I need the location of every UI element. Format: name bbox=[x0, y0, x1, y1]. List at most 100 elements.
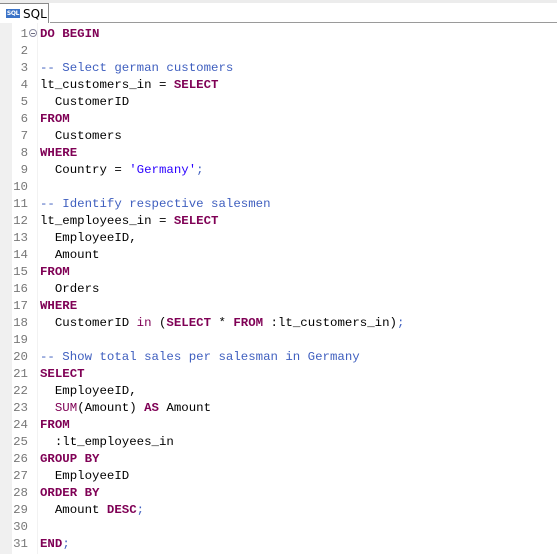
keyword-token: FROM bbox=[40, 418, 70, 432]
keyword-token: END bbox=[40, 537, 63, 551]
identifier-token: Amount bbox=[158, 401, 212, 415]
code-text: CustomerID in (SELECT * FROM :lt_custome… bbox=[40, 315, 405, 332]
keyword-token: FROM bbox=[233, 316, 264, 330]
code-text: SUM(Amount) AS Amount bbox=[40, 400, 211, 417]
keyword-token: FROM bbox=[40, 265, 70, 279]
line-number: 12 bbox=[13, 214, 28, 228]
punctuation-token: ; bbox=[62, 537, 70, 551]
identifier-token: Customers bbox=[40, 129, 122, 143]
line-number: 26 bbox=[13, 452, 28, 466]
code-text: lt_employees_in = SELECT bbox=[40, 213, 218, 230]
line-number: 28 bbox=[13, 486, 28, 500]
collapse-fold-icon[interactable] bbox=[29, 29, 37, 37]
line-number: 30 bbox=[13, 520, 28, 534]
identifier-token: EmployeeID bbox=[40, 469, 130, 483]
line-number: 31 bbox=[13, 537, 28, 551]
code-text: FROM bbox=[40, 264, 70, 281]
identifier-token: Amount bbox=[40, 503, 107, 517]
line-number: 29 bbox=[13, 503, 28, 517]
code-text: Amount DESC; bbox=[40, 502, 144, 519]
identifier-token bbox=[40, 401, 55, 415]
keyword-token: ORDER BY bbox=[40, 486, 100, 500]
code-text: DO BEGIN bbox=[40, 26, 100, 43]
line-number: 6 bbox=[20, 112, 28, 126]
identifier-token: Orders bbox=[40, 282, 100, 296]
line-number: 5 bbox=[20, 95, 28, 109]
identifier-token: (Amount) bbox=[77, 401, 145, 415]
keyword-token: WHERE bbox=[40, 299, 78, 313]
code-text: EmployeeID bbox=[40, 468, 129, 485]
identifier-token: Country = bbox=[40, 163, 130, 177]
identifier-token: :lt_employees_in bbox=[40, 435, 174, 449]
code-text: GROUP BY bbox=[40, 451, 100, 468]
tab-sql[interactable]: SQL SQL bbox=[0, 3, 49, 23]
code-text: Country = 'Germany'; bbox=[40, 162, 204, 179]
code-text: -- Show total sales per salesman in Germ… bbox=[40, 349, 360, 366]
line-number: 15 bbox=[13, 265, 28, 279]
code-text: FROM bbox=[40, 417, 70, 434]
code-text: Amount bbox=[40, 247, 100, 264]
keyword-token: SUM bbox=[54, 401, 78, 415]
line-number: 2 bbox=[20, 44, 28, 58]
code-text: Customers bbox=[40, 128, 122, 145]
line-number: 19 bbox=[13, 333, 28, 347]
code-text: -- Identify respective salesmen bbox=[40, 196, 271, 213]
keyword-token: SELECT bbox=[173, 214, 219, 228]
comment-token: -- Identify respective salesmen bbox=[40, 197, 271, 211]
code-text: EmployeeID, bbox=[40, 230, 137, 247]
line-number: 27 bbox=[13, 469, 28, 483]
code-text: FROM bbox=[40, 111, 70, 128]
identifier-token: EmployeeID, bbox=[40, 231, 137, 245]
line-number: 4 bbox=[20, 78, 28, 92]
editor-tab-bar: SQL SQL bbox=[0, 0, 557, 23]
identifier-token: EmployeeID, bbox=[40, 384, 137, 398]
code-text: WHERE bbox=[40, 145, 77, 162]
code-text: WHERE bbox=[40, 298, 77, 315]
code-text: SELECT bbox=[40, 366, 85, 383]
code-text: lt_customers_in = SELECT bbox=[40, 77, 218, 94]
identifier-token: :lt_customers_in) bbox=[263, 316, 397, 330]
line-number: 16 bbox=[13, 282, 28, 296]
tab-bar-background bbox=[0, 0, 557, 3]
punctuation-token: ; bbox=[196, 163, 204, 177]
keyword-token: in bbox=[136, 316, 152, 330]
line-number: 22 bbox=[13, 384, 28, 398]
gutter-separator bbox=[37, 23, 38, 554]
punctuation-token: ; bbox=[396, 316, 405, 330]
line-number: 13 bbox=[13, 231, 28, 245]
code-text: CustomerID bbox=[40, 94, 129, 111]
keyword-token: DO BEGIN bbox=[40, 27, 100, 41]
sql-code-editor[interactable]: 1 DO BEGIN 2 3 -- Select german customers 4 lt… bbox=[0, 23, 557, 554]
comment-token: -- Select german customers bbox=[40, 61, 234, 75]
code-text: EmployeeID, bbox=[40, 383, 137, 400]
code-text: -- Select german customers bbox=[40, 60, 233, 77]
code-text: ORDER BY bbox=[40, 485, 100, 502]
line-number: 17 bbox=[13, 299, 28, 313]
line-number: 25 bbox=[13, 435, 28, 449]
sql-file-icon: SQL bbox=[6, 9, 20, 18]
line-number: 24 bbox=[13, 418, 28, 432]
line-number: 11 bbox=[13, 197, 28, 211]
keyword-token: FROM bbox=[40, 112, 70, 126]
identifier-token: CustomerID bbox=[40, 95, 130, 109]
keyword-token: GROUP BY bbox=[40, 452, 100, 466]
punctuation-token: ; bbox=[136, 503, 145, 517]
keyword-token: SELECT bbox=[173, 78, 219, 92]
line-number: 7 bbox=[20, 129, 28, 143]
identifier-token: * bbox=[211, 316, 234, 330]
line-number: 1 bbox=[20, 27, 28, 41]
line-number: 10 bbox=[13, 180, 28, 194]
keyword-token: WHERE bbox=[40, 146, 78, 160]
tab-label: SQL bbox=[23, 6, 47, 21]
line-number: 14 bbox=[13, 248, 28, 262]
line-number: 8 bbox=[20, 146, 28, 160]
identifier-token: ( bbox=[151, 316, 167, 330]
identifier-token: lt_employees_in = bbox=[40, 214, 174, 228]
identifier-token: lt_customers_in = bbox=[40, 78, 174, 92]
line-number: 21 bbox=[13, 367, 28, 381]
keyword-token: AS bbox=[144, 401, 159, 415]
keyword-token: SELECT bbox=[166, 316, 212, 330]
code-text: Orders bbox=[40, 281, 100, 298]
line-number: 23 bbox=[13, 401, 28, 415]
comment-token: -- Show total sales per salesman in Germ… bbox=[40, 350, 360, 364]
